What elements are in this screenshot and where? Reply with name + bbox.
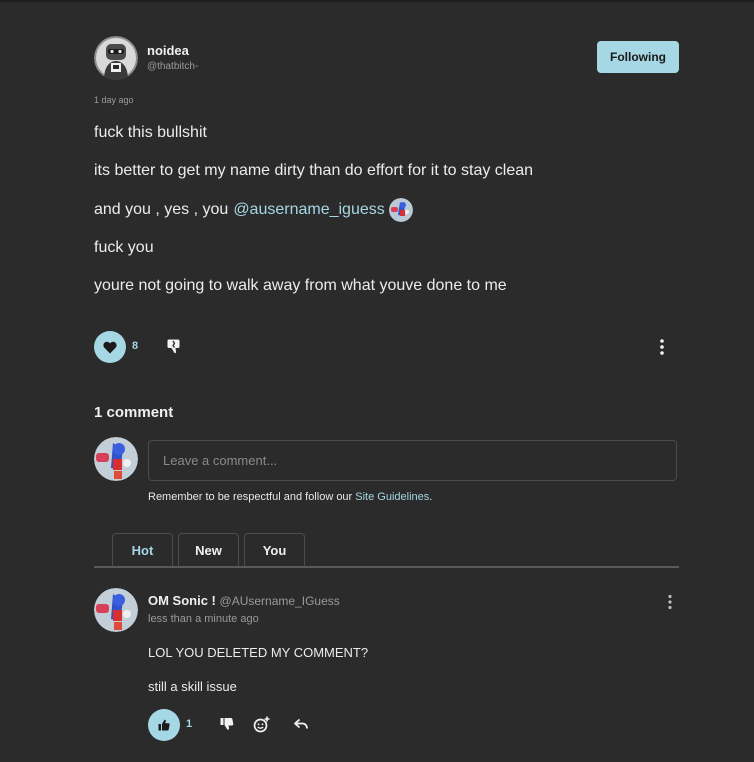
post-timestamp: 1 day ago (94, 95, 134, 105)
post-line: its better to get my name dirty than do … (94, 162, 534, 180)
guidelines-text: Remember to be respectful and follow our (148, 491, 356, 503)
author-handle: @thatbitch- (147, 60, 199, 72)
post-line-text: and you , yes , you (94, 200, 229, 218)
comment-header: OM Sonic ! @AUsername_IGuess (148, 593, 340, 608)
commenter-avatar[interactable] (94, 588, 138, 632)
broken-heart-icon[interactable] (166, 338, 182, 354)
tab-hot[interactable]: Hot (112, 533, 173, 567)
reply-arrow-icon[interactable] (294, 717, 308, 731)
comment-timestamp: less than a minute ago (148, 613, 259, 625)
post-line-with-mention: and you , yes , you @ausername_iguess (94, 197, 694, 222)
tabs-divider (94, 566, 679, 568)
author-avatar[interactable] (94, 36, 138, 80)
comment-count-heading: 1 comment (94, 404, 174, 421)
comment-like-count: 1 (186, 718, 193, 730)
post-body: fuck this bullshit its better to get my … (94, 122, 694, 313)
mention-avatar (388, 197, 413, 222)
guidelines-end: . (429, 491, 433, 503)
post-line: fuck this bullshit (94, 124, 207, 141)
comment-sort-tabs: Hot New You (112, 533, 310, 567)
commenter-name[interactable]: OM Sonic ! (148, 593, 216, 608)
heart-icon (103, 341, 117, 353)
current-user-avatar (94, 437, 138, 481)
commenter-handle: @AUsername_IGuess (219, 594, 340, 608)
vertical-dots-icon[interactable] (658, 338, 666, 356)
comment-more-icon[interactable] (666, 594, 674, 610)
following-button[interactable]: Following (597, 41, 679, 73)
guidelines-note: Remember to be respectful and follow our… (148, 491, 432, 503)
comment-text-line: still a skill issue (148, 679, 237, 694)
post-author[interactable]: noidea @thatbitch- (94, 36, 198, 80)
comment-input[interactable] (148, 440, 677, 481)
user-mention-link[interactable]: @ausername_iguess (233, 199, 384, 221)
tab-you[interactable]: You (244, 533, 305, 567)
post-line: youre not going to walk away from what y… (94, 277, 507, 295)
site-guidelines-link[interactable]: Site Guidelines (355, 491, 429, 503)
author-name[interactable]: noidea (147, 43, 198, 59)
post-line: fuck you (94, 238, 154, 256)
add-reaction-icon[interactable] (253, 716, 270, 733)
like-count: 8 (132, 340, 139, 352)
comment-like-button[interactable] (148, 709, 180, 741)
top-border (0, 0, 754, 2)
thumbs-down-icon[interactable] (220, 717, 234, 731)
tab-new[interactable]: New (178, 533, 239, 567)
comment-text-line: LOL YOU DELETED MY COMMENT? (148, 645, 369, 660)
like-button[interactable] (94, 331, 126, 363)
thumbs-up-icon (158, 719, 170, 731)
